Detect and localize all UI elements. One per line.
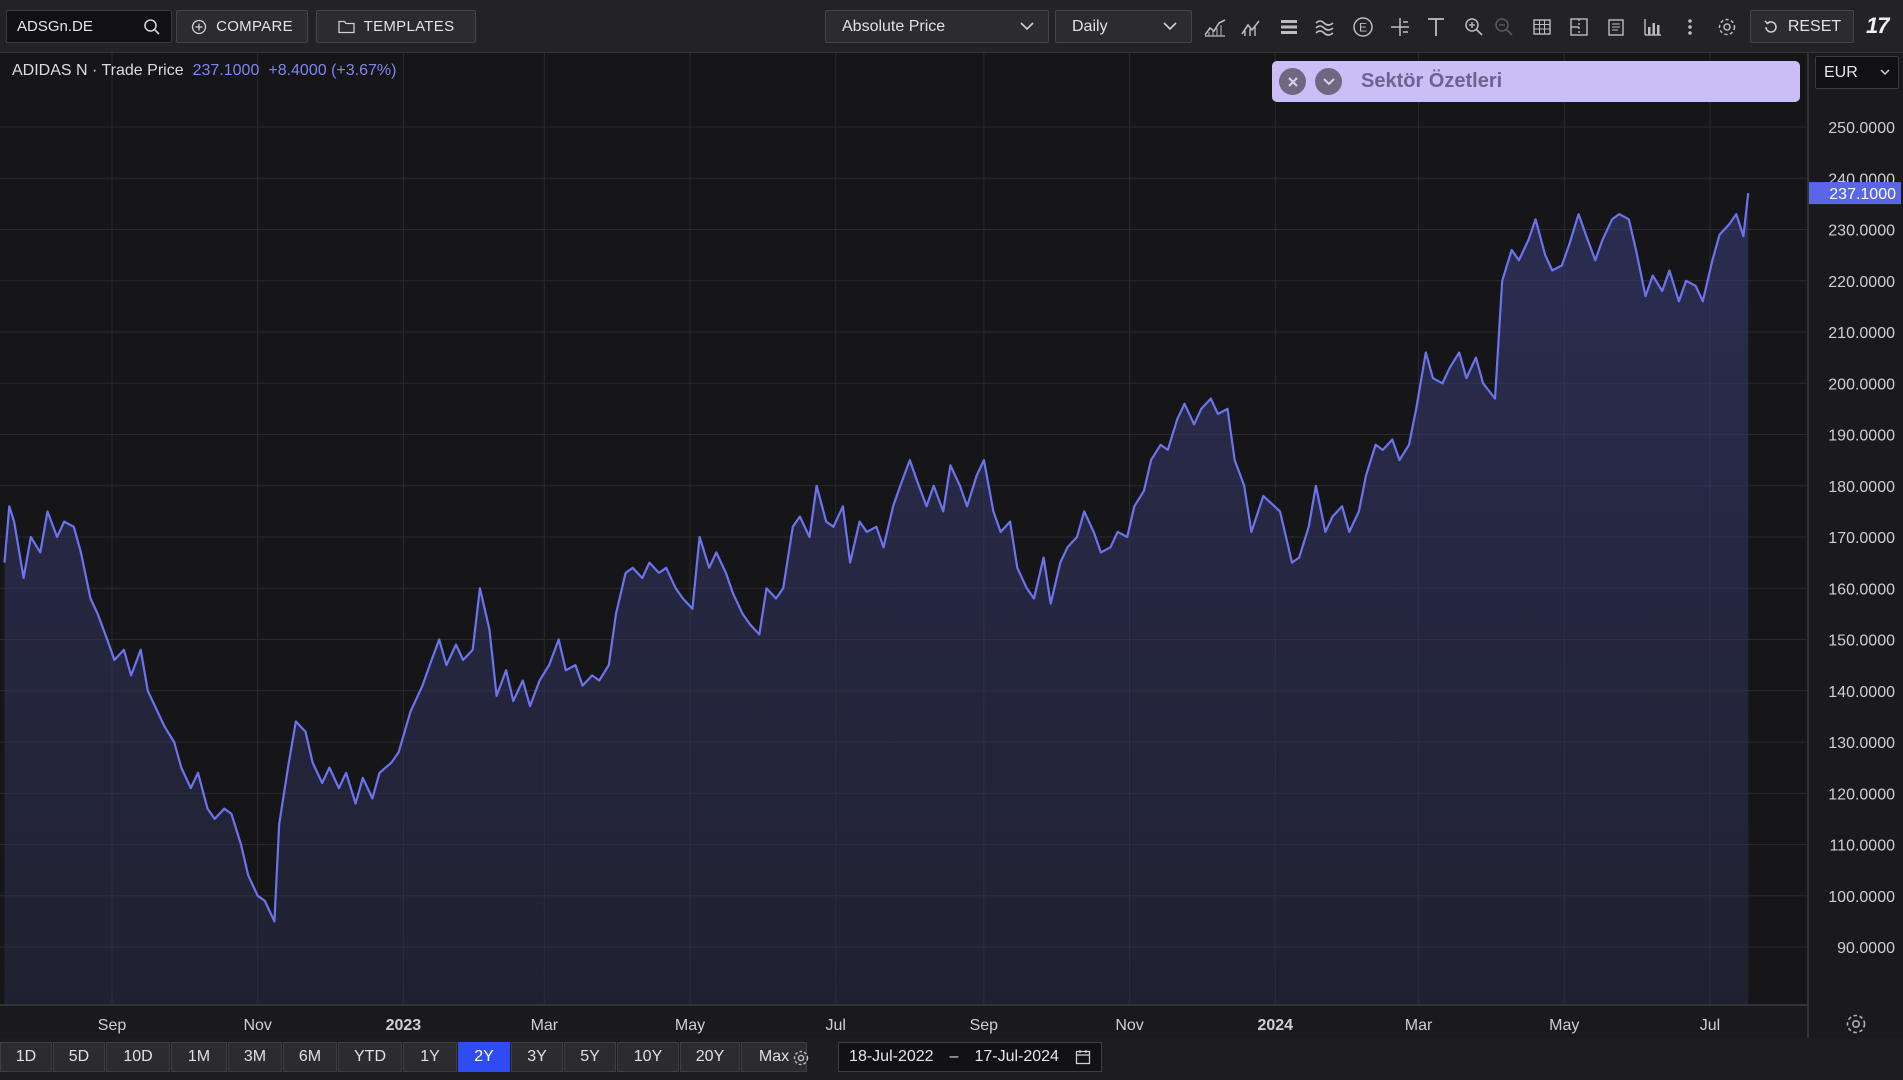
axis-settings-icon[interactable] xyxy=(1843,1011,1869,1037)
y-tick-label: 200.0000 xyxy=(1828,376,1895,393)
close-icon[interactable] xyxy=(1279,68,1306,95)
price-chart[interactable]: 90.0000 100.0000 110.0000 120.0000 130.0000 1… xyxy=(0,0,1903,1038)
legend-change: +8.4000 (+3.67%) xyxy=(268,62,397,79)
date-start[interactable]: 18-Jul-2022 xyxy=(849,1048,934,1066)
x-tick-label: May xyxy=(675,1017,705,1034)
x-tick-label: Mar xyxy=(531,1017,559,1034)
y-tick-label: 160.0000 xyxy=(1828,581,1895,598)
y-tick-label: 220.0000 xyxy=(1828,274,1895,291)
range-button-1m[interactable]: 1M xyxy=(171,1042,227,1072)
y-tick-label: 120.0000 xyxy=(1828,786,1895,803)
range-button-1d[interactable]: 1D xyxy=(0,1042,52,1072)
chart-legend: ADIDAS N · Trade Price 237.1000 +8.4000 … xyxy=(12,62,396,80)
y-tick-label: 140.0000 xyxy=(1828,684,1895,701)
y-tick-label: 100.0000 xyxy=(1828,889,1895,906)
x-tick-label: Mar xyxy=(1405,1017,1433,1034)
x-tick-label: May xyxy=(1549,1017,1579,1034)
range-button-5d[interactable]: 5D xyxy=(53,1042,105,1072)
sector-summary-panel[interactable]: Sektör Özetleri xyxy=(1272,61,1800,102)
y-tick-label: 250.0000 xyxy=(1828,120,1895,137)
y-tick-label: 110.0000 xyxy=(1829,838,1895,855)
x-tick-label: Sep xyxy=(970,1017,999,1034)
panel-title: Sektör Özetleri xyxy=(1361,70,1503,92)
date-separator: – xyxy=(949,1048,959,1065)
range-button-ytd[interactable]: YTD xyxy=(338,1042,402,1072)
range-button-6m[interactable]: 6M xyxy=(283,1042,337,1072)
x-tick-label: Nov xyxy=(1115,1017,1143,1034)
legend-name: ADIDAS N · Trade Price xyxy=(12,62,184,79)
x-tick-label: 2024 xyxy=(1257,1017,1293,1034)
y-tick-label: 150.0000 xyxy=(1828,633,1895,650)
range-button-2y[interactable]: 2Y xyxy=(458,1042,510,1072)
range-button-5y[interactable]: 5Y xyxy=(564,1042,616,1072)
range-button-10d[interactable]: 10D xyxy=(106,1042,170,1072)
chevron-down-icon[interactable] xyxy=(1315,68,1342,95)
range-button-20y[interactable]: 20Y xyxy=(680,1042,740,1072)
y-tick-label: 190.0000 xyxy=(1828,428,1895,445)
x-tick-label: Jul xyxy=(1700,1017,1720,1034)
bottom-bar: 1D 5D 10D 1M 3M 6M YTD 1Y 2Y 3Y 5Y 10Y 20Y Max 18-Jul… xyxy=(0,1038,1903,1080)
range-button-3m[interactable]: 3M xyxy=(228,1042,282,1072)
range-settings-icon[interactable] xyxy=(791,1048,811,1068)
y-tick-label: 180.0000 xyxy=(1828,479,1895,496)
y-tick-label: 90.0000 xyxy=(1837,940,1895,957)
chevron-down-icon xyxy=(1880,69,1890,76)
x-tick-label: Sep xyxy=(98,1017,127,1034)
date-range-picker[interactable]: 18-Jul-2022 – 17-Jul-2024 xyxy=(838,1042,1102,1072)
y-tick-label: 170.0000 xyxy=(1828,530,1895,547)
range-button-10y[interactable]: 10Y xyxy=(617,1042,679,1072)
y-tick-label: 230.0000 xyxy=(1828,223,1895,240)
x-tick-label: 2023 xyxy=(386,1017,422,1034)
legend-last: 237.1000 xyxy=(192,62,260,79)
currency-value: EUR xyxy=(1824,63,1858,81)
range-button-3y[interactable]: 3Y xyxy=(511,1042,563,1072)
date-end[interactable]: 17-Jul-2024 xyxy=(974,1048,1059,1066)
x-tick-label: Nov xyxy=(243,1017,271,1034)
last-price-label: 237.1000 xyxy=(1829,186,1896,203)
range-button-1y[interactable]: 1Y xyxy=(403,1042,457,1072)
y-tick-label: 210.0000 xyxy=(1828,325,1895,342)
currency-select[interactable]: EUR xyxy=(1815,56,1899,89)
x-tick-label: Jul xyxy=(826,1017,846,1034)
calendar-icon[interactable] xyxy=(1075,1049,1091,1065)
y-tick-label: 130.0000 xyxy=(1828,735,1895,752)
